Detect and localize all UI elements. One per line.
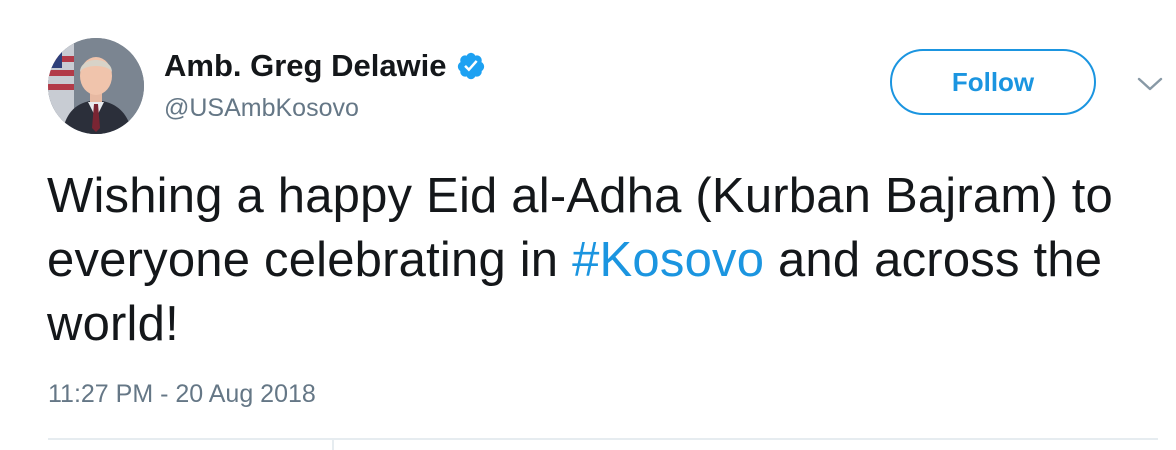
author-name-row: Amb. Greg Delawie (164, 46, 486, 86)
chevron-down-icon[interactable] (1136, 74, 1164, 94)
tweet-timestamp[interactable]: 11:27 PM - 20 Aug 2018 (48, 380, 316, 409)
tweet-card: Amb. Greg Delawie @USAmbKosovo Follow Wi… (0, 0, 1176, 450)
avatar[interactable] (48, 38, 144, 134)
divider (332, 438, 334, 450)
display-name[interactable]: Amb. Greg Delawie (164, 48, 447, 84)
follow-button[interactable]: Follow (890, 49, 1096, 115)
profile-photo-icon (48, 38, 144, 134)
hashtag-link[interactable]: #Kosovo (572, 233, 764, 287)
tweet-text: Wishing a happy Eid al-Adha (Kurban Bajr… (47, 164, 1157, 356)
verified-badge-icon (457, 52, 484, 80)
author-handle[interactable]: @USAmbKosovo (164, 94, 359, 123)
divider (48, 438, 1158, 440)
